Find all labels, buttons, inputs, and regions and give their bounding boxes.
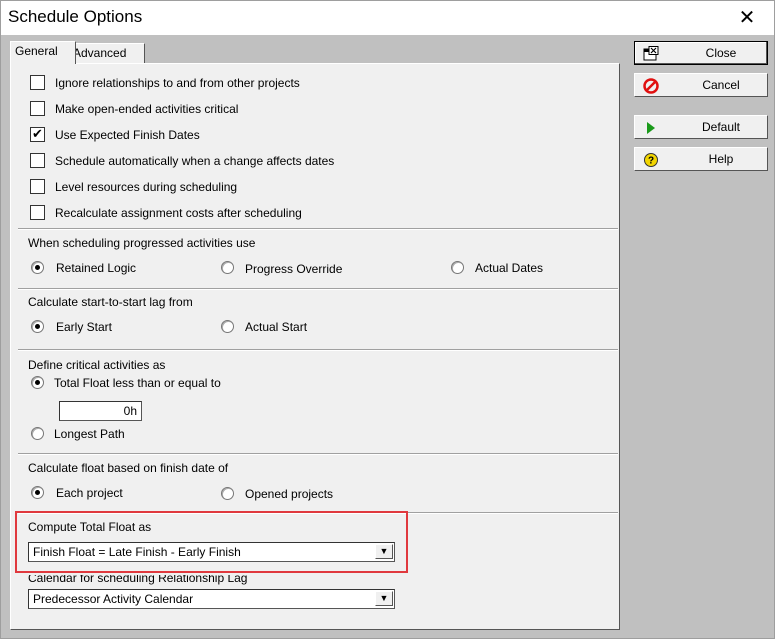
cancel-button-label: Cancel	[702, 78, 740, 92]
level-resources-checkbox[interactable]	[30, 179, 45, 194]
close-button[interactable]: Close	[634, 41, 768, 65]
tab-general[interactable]: General	[10, 41, 76, 64]
section-divider	[18, 349, 618, 351]
title-bar: Schedule Options ✕	[1, 1, 774, 35]
actual-start-radio[interactable]	[221, 320, 234, 333]
calendar-dropdown-value: Predecessor Activity Calendar	[33, 592, 194, 606]
each-project-radio[interactable]	[31, 486, 44, 499]
progress-override-label: Progress Override	[245, 262, 343, 276]
cancel-icon	[643, 78, 659, 94]
total-float-radio[interactable]	[31, 376, 44, 389]
retained-logic-label: Retained Logic	[56, 261, 137, 275]
close-window-icon	[643, 46, 659, 61]
highlight-box	[15, 511, 408, 573]
ignore-relationships-checkbox[interactable]	[30, 75, 45, 90]
longest-path-label: Longest Path	[54, 427, 125, 441]
calendar-dropdown[interactable]: Predecessor Activity Calendar ▼	[28, 589, 395, 609]
open-ended-critical-label: Make open-ended activities critical	[55, 102, 239, 116]
longest-path-radio[interactable]	[31, 427, 44, 440]
each-project-label: Each project	[56, 486, 123, 500]
help-button[interactable]: ? Help	[634, 147, 768, 171]
svg-text:?: ?	[648, 156, 654, 167]
help-button-label: Help	[708, 152, 734, 166]
section-divider	[18, 453, 618, 455]
section-divider	[18, 228, 618, 230]
float-threshold-value: 0h	[123, 404, 137, 418]
float-threshold-input[interactable]: 0h	[59, 401, 142, 421]
actual-start-label: Actual Start	[245, 320, 308, 334]
expected-finish-checkbox[interactable]: ✔	[30, 127, 45, 142]
close-button-label: Close	[705, 46, 737, 60]
retained-logic-radio[interactable]	[31, 261, 44, 274]
default-button-label: Default	[701, 120, 741, 134]
recalculate-costs-checkbox[interactable]	[30, 205, 45, 220]
progress-override-radio[interactable]	[221, 261, 234, 274]
window-close-icon[interactable]: ✕	[733, 4, 761, 32]
default-button[interactable]: Default	[634, 115, 768, 139]
opened-projects-radio[interactable]	[221, 487, 234, 500]
progressed-heading: When scheduling progressed activities us…	[28, 236, 256, 250]
tab-advanced[interactable]: Advanced	[68, 43, 145, 64]
early-start-radio[interactable]	[31, 320, 44, 333]
open-ended-critical-checkbox[interactable]	[30, 101, 45, 116]
early-start-label: Early Start	[56, 320, 113, 334]
schedule-automatically-checkbox[interactable]	[30, 153, 45, 168]
cancel-button[interactable]: Cancel	[634, 73, 768, 97]
level-resources-label: Level resources during scheduling	[55, 180, 238, 194]
lag-heading: Calculate start-to-start lag from	[28, 295, 193, 309]
schedule-automatically-label: Schedule automatically when a change aff…	[55, 154, 335, 168]
actual-dates-label: Actual Dates	[475, 261, 544, 275]
ignore-relationships-label: Ignore relationships to and from other p…	[55, 76, 300, 90]
section-divider	[18, 288, 618, 290]
total-float-label: Total Float less than or equal to	[54, 376, 221, 390]
default-play-icon	[647, 122, 655, 134]
critical-heading: Define critical activities as	[28, 358, 166, 372]
chevron-down-icon[interactable]: ▼	[375, 591, 393, 606]
float-basis-heading: Calculate float based on finish date of	[28, 461, 229, 475]
expected-finish-label: Use Expected Finish Dates	[55, 128, 200, 142]
opened-projects-label: Opened projects	[245, 487, 334, 501]
recalculate-costs-label: Recalculate assignment costs after sched…	[55, 206, 302, 220]
actual-dates-radio[interactable]	[451, 261, 464, 274]
window-title: Schedule Options	[8, 7, 143, 26]
help-icon: ?	[644, 153, 658, 167]
